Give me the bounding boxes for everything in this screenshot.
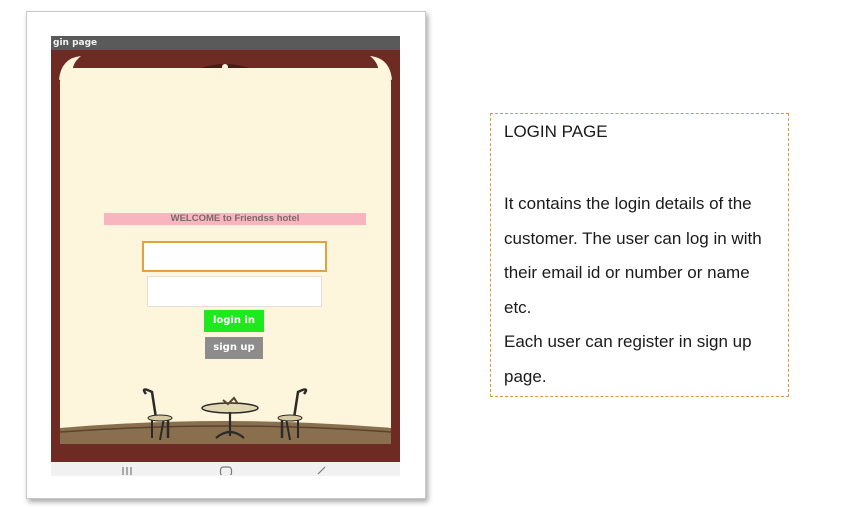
android-nav-bar xyxy=(51,462,400,476)
app-title-bar: gin page xyxy=(51,36,400,50)
cafe-table-chairs-illustration xyxy=(60,388,391,444)
welcome-banner: WELCOME to Friendss hotel xyxy=(104,213,366,225)
password-input[interactable] xyxy=(147,276,322,307)
signup-button[interactable]: sign up xyxy=(205,337,263,359)
back-icon[interactable] xyxy=(315,465,327,475)
description-title: LOGIN PAGE xyxy=(504,122,608,141)
login-card: WELCOME to Friendss hotel login in sign … xyxy=(60,68,391,444)
home-icon[interactable] xyxy=(219,465,233,475)
description-body: It contains the login details of the cus… xyxy=(504,194,762,386)
phone-screen: gin page WELCOME to Friendss hotel login… xyxy=(51,36,400,476)
login-button[interactable]: login in xyxy=(204,310,264,332)
username-input[interactable] xyxy=(142,241,327,272)
description-callout: LOGIN PAGE It contains the login details… xyxy=(490,113,789,397)
recent-apps-icon[interactable] xyxy=(121,465,133,475)
vintage-frame-background: WELCOME to Friendss hotel login in sign … xyxy=(51,50,400,462)
